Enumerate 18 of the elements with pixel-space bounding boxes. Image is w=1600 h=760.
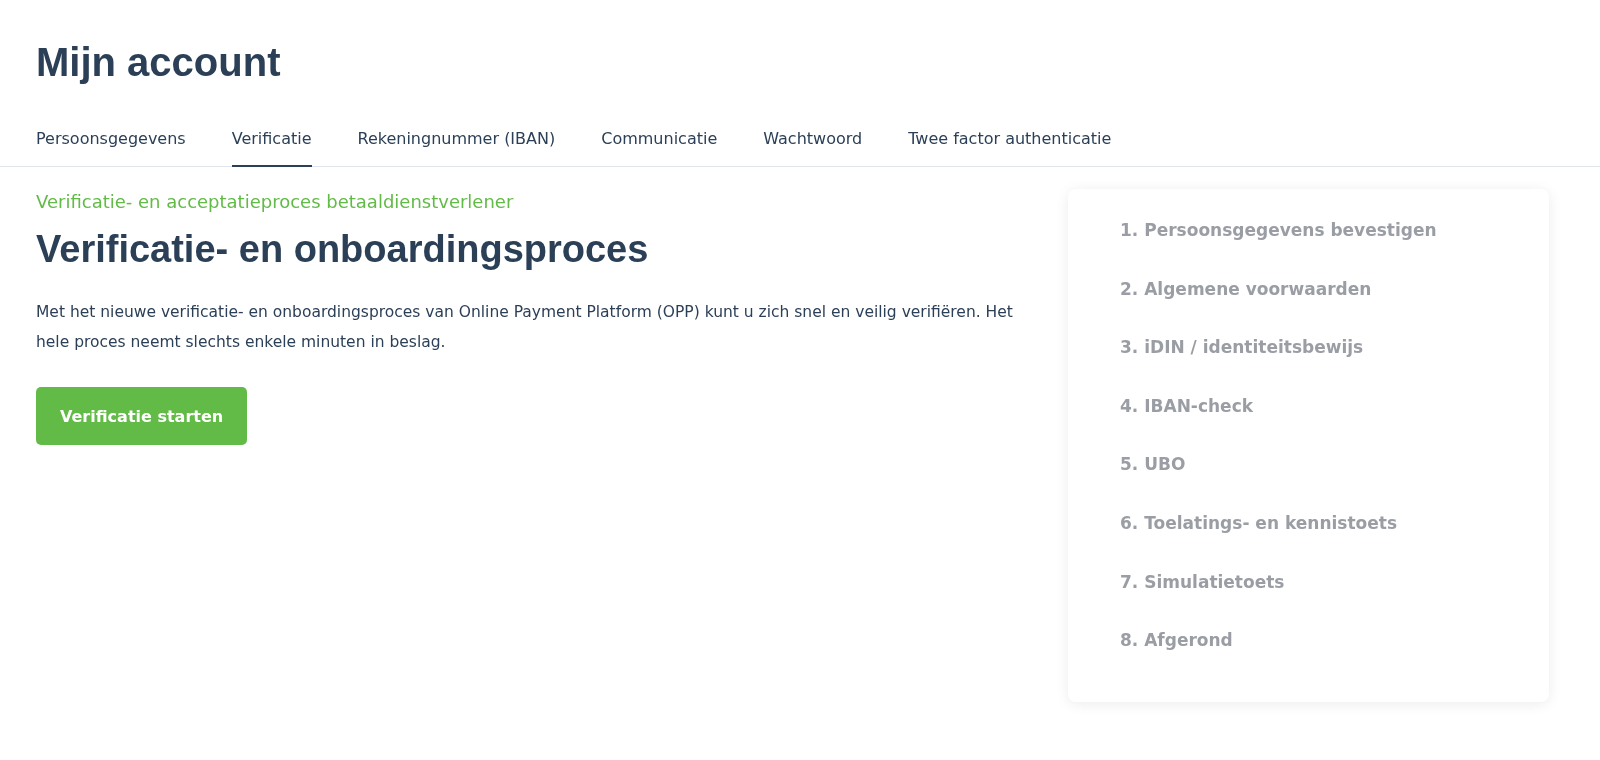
section-subtitle: Verificatie- en acceptatieproces betaaldienstverlener — [36, 191, 515, 212]
tab[interactable]: Communicatie — [601, 121, 718, 167]
step-label: 8. Afgerond — [1120, 629, 1234, 653]
step-label: 1. Persoonsgegevens bevestigen — [1120, 219, 1438, 242]
tab[interactable]: Verificatie — [231, 121, 312, 167]
step-label: 4. IBAN-check — [1120, 394, 1255, 418]
tab[interactable]: Wachtwoord — [763, 121, 863, 167]
step-label: 5. UBO — [1120, 453, 1187, 477]
step-label: 6. Toelatings- en kennistoets — [1120, 511, 1399, 535]
page-title: Mijn account — [36, 40, 282, 85]
step-label: 7. Simulatietoets — [1120, 570, 1286, 594]
step-label: 3. iDIN / identiteitsbewijs — [1120, 336, 1365, 360]
tab[interactable]: Persoonsgegevens — [36, 121, 186, 167]
step-label: 2. Algemene voorwaarden — [1120, 277, 1373, 301]
tab[interactable]: Rekeningnummer (IBAN) — [357, 121, 556, 167]
description-text: Met het nieuwe verificatie- en onboardingsproces van Online Payment Platform (OPP) kunt u zich snel en veilig verifiëren. Het hele proces neemt slechts enkele minuten in beslag. — [36, 302, 1014, 353]
section-heading: Verificatie- en onboardingsproces — [36, 228, 650, 271]
tab[interactable]: Twee factor authenticatie — [908, 121, 1112, 167]
